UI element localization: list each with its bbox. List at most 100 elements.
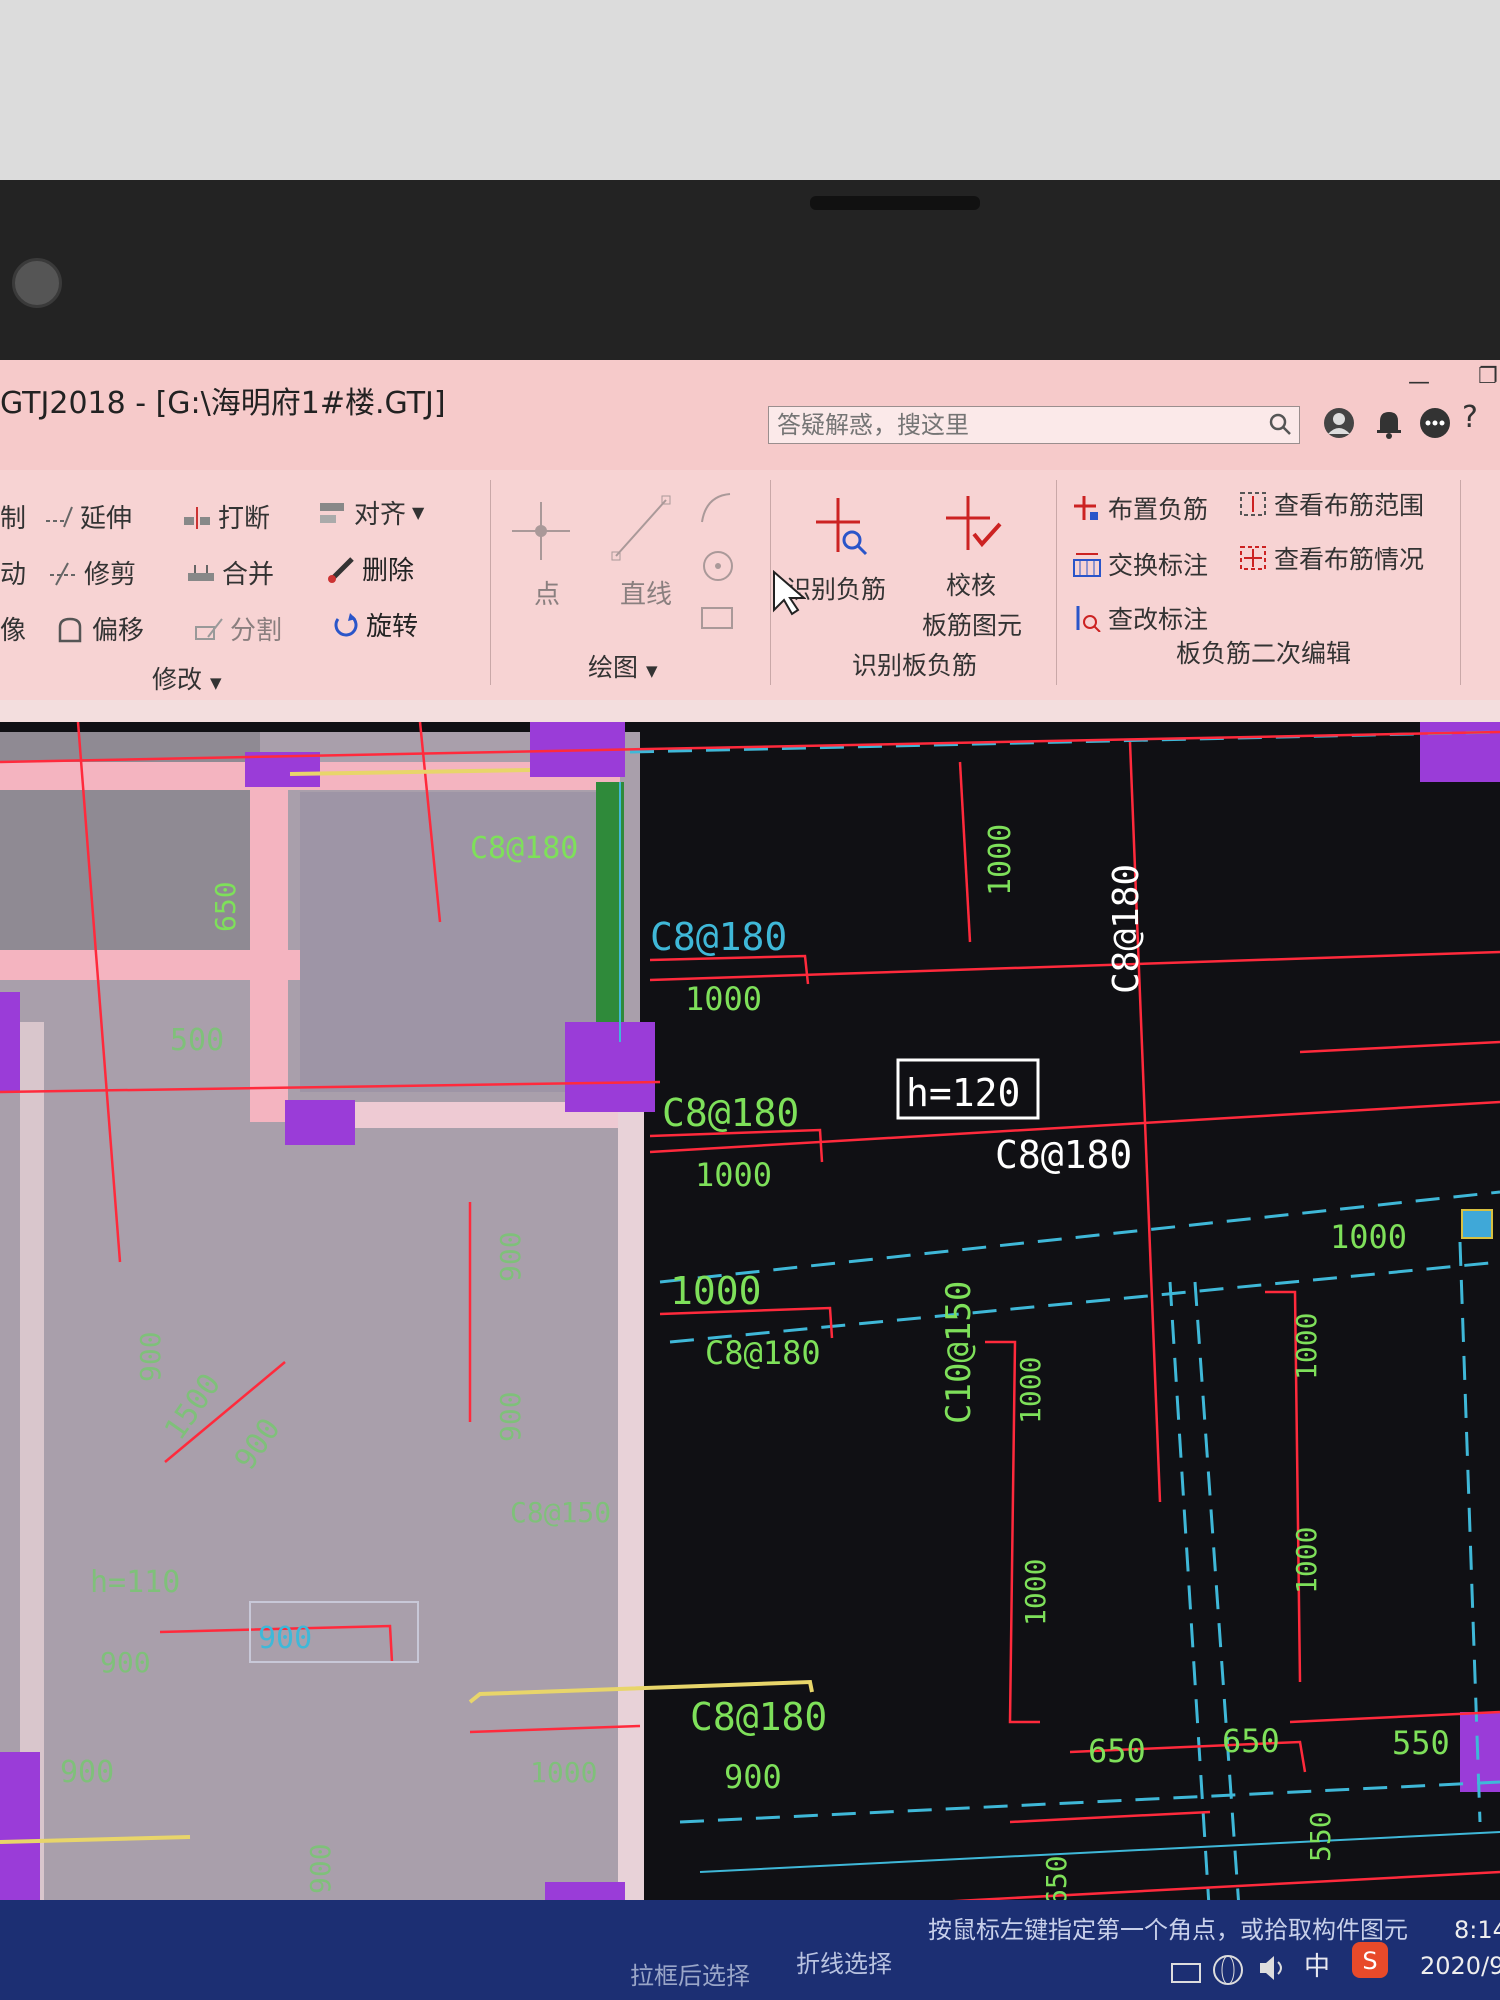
- rebar-label: 900: [258, 1621, 312, 1656]
- chevron-down-icon: ▼: [412, 503, 425, 522]
- swap-annotation-button[interactable]: 交换标注: [1072, 546, 1208, 582]
- rebar-label: 1000: [670, 1269, 762, 1313]
- ribbon-separator: [770, 480, 771, 685]
- ribbon-item-move[interactable]: 动: [0, 554, 26, 591]
- screen: GTJ2018 - [G:\海明府1#楼.GTJ] ? — ❐ 制 延伸 打断 …: [0, 360, 1500, 2000]
- ribbon-separator: [1460, 480, 1461, 685]
- group-label-identify: 识别板负筋: [852, 651, 978, 680]
- rebar-label: 900: [494, 1391, 527, 1442]
- rebar-label: h=120: [906, 1071, 1020, 1115]
- title-bar: GTJ2018 - [G:\海明府1#楼.GTJ] ? — ❐: [0, 360, 1500, 470]
- axis-lines: [629, 730, 1500, 1923]
- rebar-label: 650: [1088, 1732, 1146, 1770]
- merge-button[interactable]: 合并: [186, 554, 274, 591]
- rebar-label: 550: [1392, 1724, 1450, 1762]
- view-range-icon: [1240, 492, 1266, 516]
- rebar-label: C8@180: [690, 1695, 827, 1739]
- view-status-icon: [1240, 546, 1266, 570]
- rebar-label: 650: [1040, 1855, 1073, 1906]
- marker-icon: [1461, 1209, 1493, 1239]
- user-icon[interactable]: [1322, 406, 1356, 440]
- rebar-label: 900: [304, 1843, 337, 1894]
- window-restore-icon[interactable]: ❐: [1478, 364, 1498, 389]
- offset-icon: [58, 617, 82, 642]
- ribbon-separator: [490, 480, 491, 685]
- split-button[interactable]: 分割: [194, 610, 282, 647]
- volume-icon[interactable]: [1256, 1950, 1292, 1986]
- ribbon-item-copy[interactable]: 制: [0, 498, 26, 535]
- mode-box-select[interactable]: 拉框后选择: [630, 1956, 750, 1991]
- extend-button[interactable]: 延伸: [44, 498, 132, 535]
- rotate-icon: [334, 612, 358, 636]
- identify-negative-rebar-icon[interactable]: [808, 492, 874, 558]
- rebar-label: 1000: [1330, 1218, 1407, 1256]
- mode-polyline-select[interactable]: 折线选择: [796, 1944, 892, 1979]
- check-button-line1[interactable]: 校核: [946, 566, 996, 602]
- cad-drawing[interactable]: C8@180 1000 C8@180 1000 h=120 C8@180 C8@180 100…: [0, 722, 1500, 2000]
- search-icon[interactable]: [1267, 411, 1293, 437]
- group-label-secondary-edit: 板负筋二次编辑: [1176, 639, 1352, 668]
- group-label-draw[interactable]: 绘图 ▼: [588, 648, 658, 684]
- rebar-label: 900: [134, 1331, 167, 1382]
- wall-background: [0, 0, 1500, 190]
- arc-circle-rect-icons[interactable]: [696, 488, 740, 638]
- rotate-button[interactable]: 旋转: [330, 606, 418, 643]
- sogou-input-icon[interactable]: S: [1350, 1940, 1390, 1980]
- help-search-input[interactable]: [769, 407, 1259, 443]
- window-minimize-icon[interactable]: —: [1408, 370, 1430, 395]
- view-tab-strip: [0, 700, 1500, 724]
- ribbon-item-mirror[interactable]: 像: [0, 610, 26, 647]
- align-icon: [320, 502, 344, 523]
- window-title: GTJ2018 - [G:\海明府1#楼.GTJ]: [0, 386, 446, 421]
- beam: [618, 1102, 644, 2000]
- svg-text:S: S: [1362, 1947, 1377, 1975]
- split-icon: [195, 617, 223, 640]
- chat-icon[interactable]: [1418, 406, 1452, 440]
- ribbon-toolbar: 制 延伸 打断 对齐 ▼ 动 修剪 合并 删除 像 偏移 分割 旋转 修改 ▼ …: [0, 470, 1500, 701]
- point-button[interactable]: 点: [534, 574, 560, 611]
- rebar-label: 550: [1304, 1811, 1337, 1862]
- delete-button[interactable]: 删除: [326, 550, 414, 587]
- rebar-label: 1000: [530, 1756, 597, 1789]
- brush-delete-icon: [328, 556, 354, 583]
- rebar-label: 650: [1222, 1722, 1280, 1760]
- line-icon[interactable]: [606, 490, 676, 566]
- chevron-down-icon: ▼: [209, 674, 222, 692]
- mouse-cursor-icon: [773, 570, 806, 616]
- trim-button[interactable]: 修剪: [48, 554, 136, 591]
- check-rebar-icon[interactable]: [940, 490, 1006, 556]
- rebar-label: C8@180: [705, 1334, 821, 1372]
- bezel-notch: [810, 196, 980, 210]
- rebar-label: C10@150: [939, 1281, 979, 1424]
- check-button-line2[interactable]: 板筋图元: [922, 606, 1022, 642]
- view-rebar-status-button[interactable]: 查看布筋情况: [1238, 540, 1424, 576]
- trim-icon: [50, 562, 76, 585]
- offset-button[interactable]: 偏移: [56, 610, 144, 647]
- group-label-modify[interactable]: 修改 ▼: [152, 660, 222, 696]
- network-icon[interactable]: [1168, 1954, 1204, 1990]
- ime-indicator[interactable]: 中: [1304, 1946, 1330, 1983]
- rebar-label: 900: [60, 1755, 114, 1790]
- help-search-box[interactable]: [768, 406, 1300, 444]
- break-button[interactable]: 打断: [182, 498, 270, 535]
- edit-annotation-icon: [1076, 606, 1101, 632]
- cad-canvas[interactable]: C8@180 1000 C8@180 1000 h=120 C8@180 C8@180 100…: [0, 722, 1500, 2000]
- place-negative-rebar-button[interactable]: 布置负筋: [1072, 490, 1208, 526]
- point-icon[interactable]: [508, 496, 574, 566]
- view-rebar-range-button[interactable]: 查看布筋范围: [1238, 486, 1424, 522]
- align-dropdown[interactable]: 对齐 ▼: [318, 494, 424, 531]
- beam: [250, 762, 288, 1122]
- rebar-label: C8@180: [650, 915, 787, 959]
- help-button[interactable]: ?: [1462, 400, 1478, 435]
- rebar-label: C8@180: [995, 1133, 1132, 1177]
- status-hint: 按鼠标左键指定第一个角点，或拾取构件图元: [928, 1916, 1408, 1944]
- rebar-label: 1000: [1290, 1313, 1323, 1380]
- rebar-label: 1000: [983, 824, 1018, 896]
- rebar-label: 650: [209, 881, 242, 932]
- bell-icon[interactable]: [1372, 406, 1406, 440]
- beam: [0, 950, 300, 980]
- edit-annotation-button[interactable]: 查改标注: [1072, 600, 1208, 636]
- rebar-label: 1000: [1290, 1527, 1323, 1594]
- line-button[interactable]: 直线: [620, 574, 672, 611]
- globe-icon[interactable]: [1210, 1952, 1246, 1988]
